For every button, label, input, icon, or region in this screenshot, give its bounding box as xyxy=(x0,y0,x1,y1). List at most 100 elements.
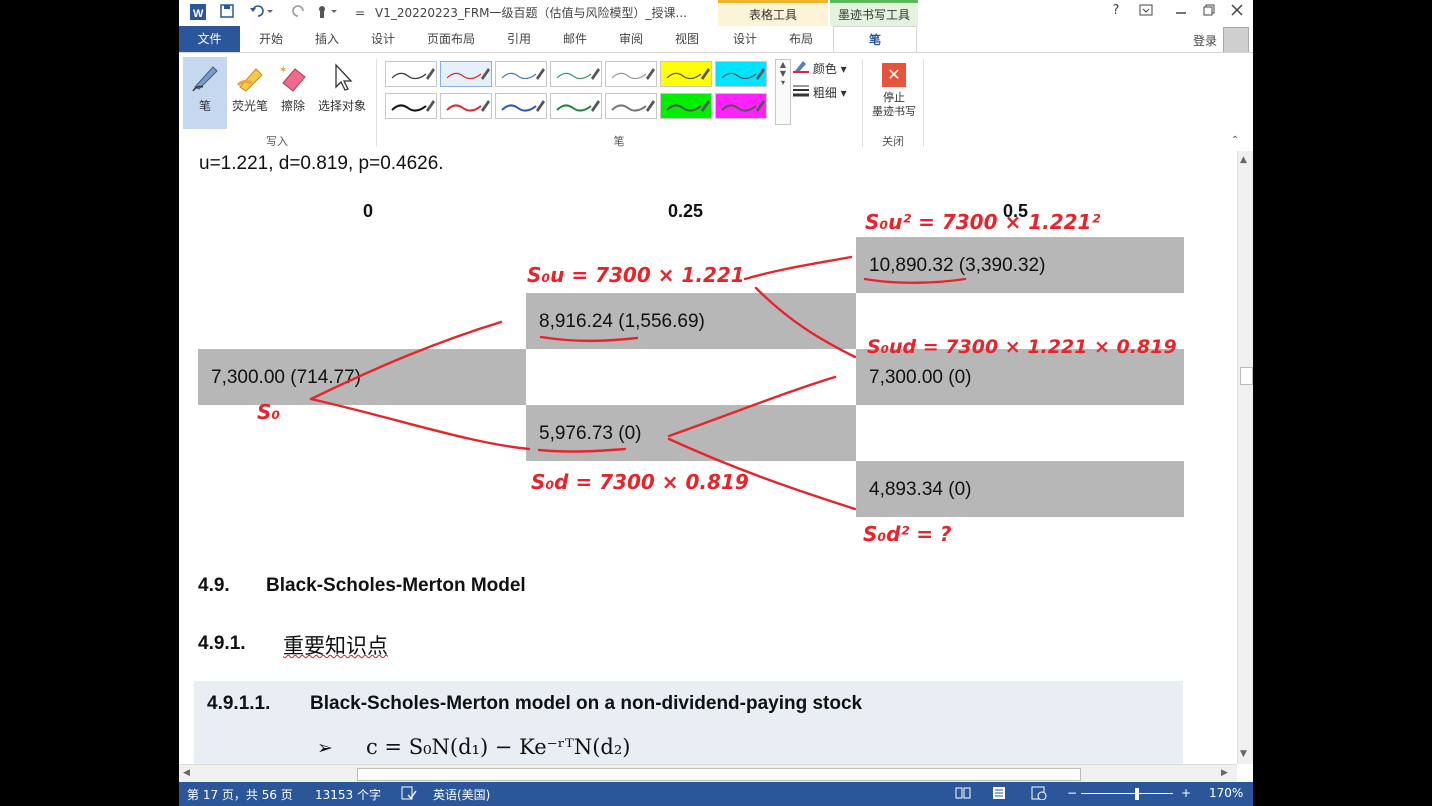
scroll-right-icon[interactable]: ▶ xyxy=(1221,768,1228,778)
tab-pen[interactable]: 笔 xyxy=(833,26,917,53)
highlighter-tool-button[interactable]: 荧光笔 xyxy=(229,57,271,129)
thickness-dropdown[interactable]: 粗细 ▾ xyxy=(793,83,847,101)
color-dropdown[interactable]: 颜色 ▾ xyxy=(793,59,847,77)
tab-references[interactable]: 引用 xyxy=(497,26,541,52)
scroll-left-icon[interactable]: ◀ xyxy=(183,768,190,778)
vertical-scrollbar[interactable]: ▲ ▼ xyxy=(1237,151,1253,764)
ink-label-s0u2: S₀u² = 7300 × 1.221² xyxy=(865,210,1100,234)
zoom-slider-thumb[interactable] xyxy=(1135,788,1139,800)
bsm-call-formula: c = S₀N(d₁) − Ke⁻ʳᵀN(d₂) xyxy=(366,735,631,759)
zoom-level[interactable]: 170% xyxy=(1209,786,1243,800)
pen-style-swatch[interactable] xyxy=(550,61,602,87)
horizontal-scroll-thumb[interactable] xyxy=(357,768,1081,781)
tab-home[interactable]: 开始 xyxy=(249,26,293,52)
login-link[interactable]: 登录 xyxy=(1193,32,1217,49)
touch-mode-icon[interactable] xyxy=(315,3,341,23)
scroll-down-icon[interactable]: ▼ xyxy=(1240,749,1247,759)
help-button[interactable]: ? xyxy=(1104,3,1128,18)
avatar[interactable] xyxy=(1223,27,1249,53)
write-group-label: 写入 xyxy=(266,135,288,148)
title-bar: W = V1_20220223_FRM一级百题（估值与风险模型）_授课... 表… xyxy=(179,0,1253,26)
pen-style-swatch[interactable] xyxy=(550,93,602,119)
thickness-icon xyxy=(793,85,809,97)
select-objects-button[interactable]: 选择对象 xyxy=(313,57,371,129)
scroll-thumb[interactable] xyxy=(1240,367,1253,385)
tab-view[interactable]: 视图 xyxy=(665,26,709,52)
pen-style-swatch[interactable] xyxy=(605,93,657,119)
eraser-tool-label: 擦除 xyxy=(280,99,305,113)
word-window: W = V1_20220223_FRM一级百题（估值与风险模型）_授课... 表… xyxy=(179,0,1253,806)
eraser-tool-button[interactable]: ✶ 擦除 xyxy=(273,57,313,129)
redo-icon[interactable] xyxy=(291,3,307,23)
pen-style-swatch[interactable] xyxy=(440,93,492,119)
restore-icon[interactable] xyxy=(1197,3,1221,21)
time-header-025: 0.25 xyxy=(668,201,704,221)
print-layout-icon[interactable] xyxy=(991,786,1007,803)
pen-tool-label: 笔 xyxy=(198,99,211,113)
pen-style-swatch[interactable] xyxy=(715,61,767,87)
collapse-ribbon-icon[interactable]: ⌃ xyxy=(1231,135,1239,146)
ink-branch-down xyxy=(309,397,531,451)
thickness-label: 粗细 xyxy=(812,86,837,100)
pen-style-swatch[interactable] xyxy=(385,61,437,87)
status-bar: 第 17 页，共 56 页 13153 个字 英语(美国) − + 170% xyxy=(179,782,1253,806)
scroll-up-icon[interactable]: ▲ xyxy=(1240,155,1247,165)
stop-label-1: 停止 xyxy=(883,91,905,104)
node-s0: 7,300.00 (714.77) xyxy=(211,367,362,388)
tab-file[interactable]: 文件 xyxy=(179,26,240,52)
section-number: 4.9. xyxy=(198,575,230,596)
node-s0dd: 4,893.34 (0) xyxy=(869,479,972,500)
minimize-icon[interactable] xyxy=(1169,3,1193,21)
save-icon[interactable] xyxy=(219,3,235,23)
customize-quick-access-icon[interactable]: = xyxy=(355,3,365,23)
ink-label-s0u: S₀u = 7300 × 1.221 xyxy=(527,263,745,287)
tab-table-layout[interactable]: 布局 xyxy=(779,26,823,52)
tab-review[interactable]: 审阅 xyxy=(609,26,653,52)
stop-label-2: 墨迹书写 xyxy=(872,105,916,118)
time-header-05: 0.5 xyxy=(1003,201,1029,221)
pen-style-swatch[interactable] xyxy=(440,61,492,87)
node-s0u: 8,916.24 (1,556.69) xyxy=(539,311,705,332)
eraser-icon: ✶ xyxy=(273,57,313,97)
undo-icon[interactable] xyxy=(249,3,275,23)
language[interactable]: 英语(美国) xyxy=(433,786,490,803)
zoom-slider-track[interactable] xyxy=(1081,793,1173,794)
select-objects-label: 选择对象 xyxy=(317,99,366,113)
pen-style-swatch[interactable] xyxy=(385,93,437,119)
document-title: V1_20220223_FRM一级百题（估值与风险模型）_授课... xyxy=(375,6,687,20)
pen-style-swatch[interactable] xyxy=(495,61,547,87)
word-logo-icon: W xyxy=(189,3,207,23)
pen-style-swatch[interactable] xyxy=(605,61,657,87)
highlighter-icon xyxy=(229,57,271,97)
pen-style-swatch[interactable] xyxy=(660,61,712,87)
close-x-icon: ✕ xyxy=(882,63,906,87)
pen-tool-button[interactable]: 笔 xyxy=(183,57,227,129)
pen-gallery-scroll[interactable]: ▲ ▼ ▾ xyxy=(775,59,791,125)
ink-branch-uu xyxy=(743,255,853,281)
node-s0ud: 7,300.00 (0) xyxy=(869,367,972,388)
page-count[interactable]: 第 17 页，共 56 页 xyxy=(187,786,293,803)
binomial-parameters: u=1.221, d=0.819, p=0.4626. xyxy=(199,153,444,174)
close-icon[interactable] xyxy=(1225,3,1249,21)
stop-inking-button[interactable]: ✕ 停止 墨迹书写 xyxy=(869,57,919,119)
word-count[interactable]: 13153 个字 xyxy=(315,786,381,803)
svg-text:✶: ✶ xyxy=(279,65,287,76)
read-mode-icon[interactable] xyxy=(955,786,971,803)
zoom-in-button[interactable]: + xyxy=(1181,786,1191,800)
zoom-out-button[interactable]: − xyxy=(1067,786,1077,800)
tab-page-layout[interactable]: 页面布局 xyxy=(419,26,483,52)
ink-label-s0d: S₀d = 7300 × 0.819 xyxy=(531,470,749,494)
document-page[interactable]: u=1.221, d=0.819, p=0.4626. 0 0.25 0.5 7… xyxy=(179,151,1237,764)
pen-style-swatch[interactable] xyxy=(495,93,547,119)
web-layout-icon[interactable] xyxy=(1031,786,1047,803)
divider xyxy=(376,59,377,147)
proofing-icon[interactable] xyxy=(401,786,417,803)
tab-insert[interactable]: 插入 xyxy=(305,26,349,52)
ribbon-display-options-icon[interactable] xyxy=(1134,3,1158,21)
pen-style-swatch[interactable] xyxy=(715,93,767,119)
horizontal-scrollbar[interactable]: ◀ ▶ xyxy=(179,764,1237,783)
tab-mailings[interactable]: 邮件 xyxy=(553,26,597,52)
pen-style-swatch[interactable] xyxy=(660,93,712,119)
tab-design[interactable]: 设计 xyxy=(361,26,405,52)
tab-table-design[interactable]: 设计 xyxy=(723,26,767,52)
